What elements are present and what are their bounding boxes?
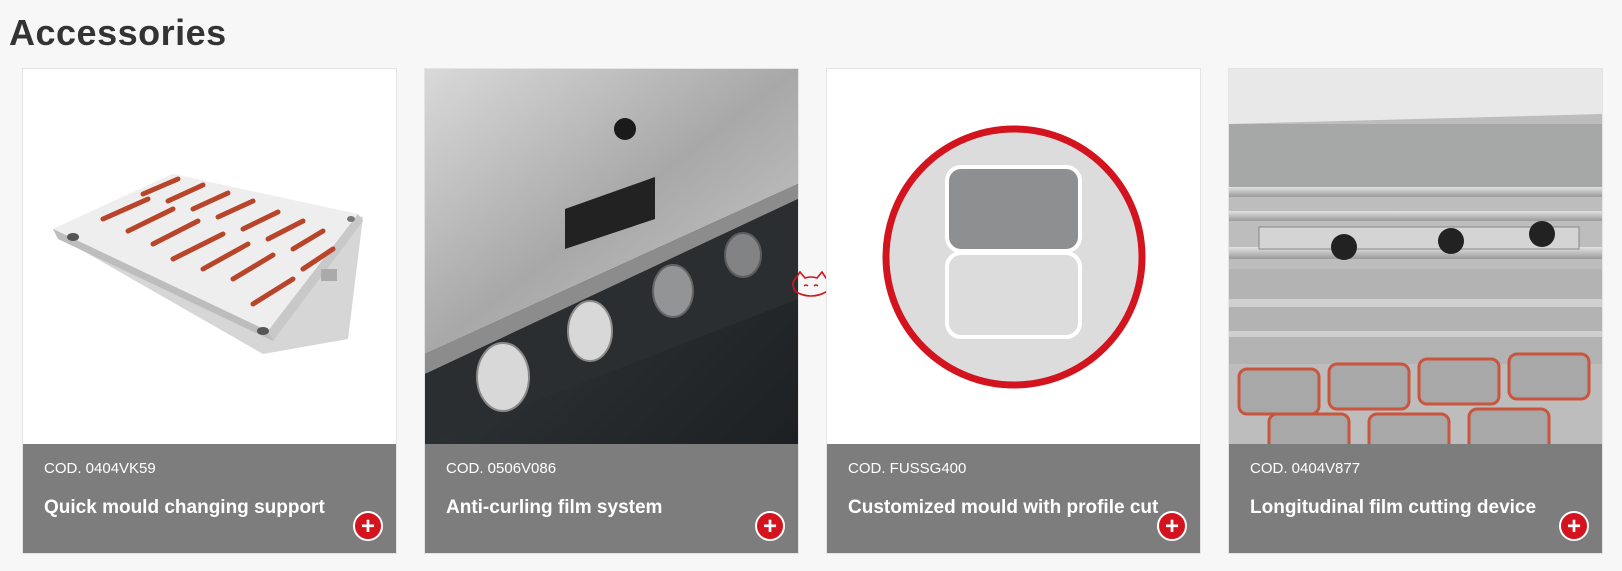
product-info-panel: COD. 0404V877 Longitudinal film cutting … xyxy=(1229,444,1602,553)
product-image-film-cutting[interactable] xyxy=(1229,69,1602,444)
product-image-mould-support[interactable] xyxy=(23,69,396,444)
add-product-plus-icon[interactable]: + xyxy=(755,511,785,541)
product-code: COD. 0404V877 xyxy=(1250,460,1361,477)
add-product-plus-icon[interactable]: + xyxy=(1157,511,1187,541)
product-code: COD. 0506V086 xyxy=(446,460,557,477)
product-name[interactable]: Anti-curling film system xyxy=(446,497,662,519)
product-name[interactable]: Quick mould changing support xyxy=(44,497,325,519)
section-title: Accessories xyxy=(9,12,227,53)
product-card-quick-mould-support[interactable]: COD. 0404VK59 Quick mould changing suppo… xyxy=(22,68,397,554)
product-card-film-cutting[interactable]: COD. 0404V877 Longitudinal film cutting … xyxy=(1228,68,1603,554)
product-name[interactable]: Longitudinal film cutting device xyxy=(1250,497,1536,519)
product-code: COD. FUSSG400 xyxy=(848,460,967,477)
product-info-panel: COD. 0506V086 Anti-curling film system + xyxy=(425,444,798,553)
product-image-anti-curling[interactable] xyxy=(425,69,798,444)
product-code: COD. 0404VK59 xyxy=(44,460,156,477)
product-info-panel: COD. 0404VK59 Quick mould changing suppo… xyxy=(23,444,396,553)
product-info-panel: COD. FUSSG400 Customized mould with prof… xyxy=(827,444,1200,553)
product-image-profile-cut-mould[interactable] xyxy=(827,69,1200,444)
add-product-plus-icon[interactable]: + xyxy=(1559,511,1589,541)
product-card-custom-mould[interactable]: COD. FUSSG400 Customized mould with prof… xyxy=(826,68,1201,554)
product-card-anti-curling[interactable]: COD. 0506V086 Anti-curling film system + xyxy=(424,68,799,554)
product-name[interactable]: Customized mould with profile cut xyxy=(848,497,1158,519)
add-product-plus-icon[interactable]: + xyxy=(353,511,383,541)
